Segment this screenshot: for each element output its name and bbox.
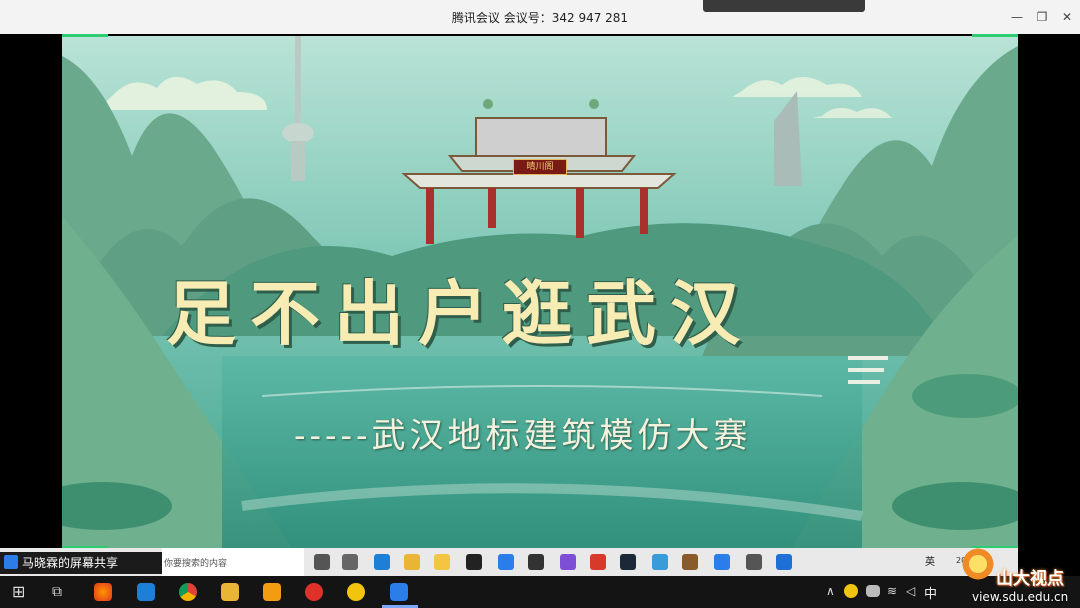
app-icon-2: [498, 554, 514, 570]
share-border-top-left: [62, 34, 108, 37]
tray-app-icon[interactable]: [844, 584, 858, 598]
windows-taskbar: ⊞ ⧉ ∧ ≋ ◁: [0, 576, 1080, 608]
watermark-url: view.sdu.edu.cn: [972, 590, 1069, 604]
ime-indicator[interactable]: 中: [924, 583, 937, 602]
app-icon-1: [434, 554, 450, 570]
close-button[interactable]: ✕: [1058, 8, 1076, 26]
word-icon: [714, 554, 730, 570]
folder-icon: [404, 554, 420, 570]
notification-popup: [703, 0, 865, 12]
cortana-icon: [314, 554, 330, 570]
firefox-icon[interactable]: [94, 583, 112, 601]
edge-icon: [374, 554, 390, 570]
gate-sign: 晴川阁: [513, 159, 567, 175]
title-bar: 腾讯会议 会议号：342 947 281 — ❐ ✕: [0, 0, 1080, 34]
netease-music-icon[interactable]: [305, 583, 323, 601]
sun-logo-icon: [960, 546, 996, 582]
app-icon-3: [528, 554, 544, 570]
minimize-button[interactable]: —: [1008, 8, 1026, 26]
app-icon-4: [560, 554, 576, 570]
task-view-icon[interactable]: ⧉: [52, 583, 62, 601]
settings-icon: [746, 554, 762, 570]
windows-start-icon[interactable]: ⊞: [12, 583, 25, 601]
file-explorer-icon[interactable]: [221, 583, 239, 601]
share-border-top-right: [972, 34, 1018, 37]
watermark: 山大视点 view.sdu.edu.cn: [958, 544, 1080, 606]
tencent-meeting-icon: [776, 554, 792, 570]
edge-icon[interactable]: [137, 583, 155, 601]
store-icon: [466, 554, 482, 570]
slide-main-title: 足不出户逛武汉: [166, 272, 754, 355]
watermark-name: 山大视点: [996, 569, 1064, 589]
slide-subtitle: -----武汉地标建筑模仿大赛: [294, 416, 752, 456]
volume-icon[interactable]: ◁: [906, 582, 915, 600]
meeting-window: 腾讯会议 会议号：342 947 281 — ❐ ✕ 晴川阁 足不出户逛武汉 -…: [0, 0, 1080, 608]
steam-icon: [620, 554, 636, 570]
app-icon-5: [652, 554, 668, 570]
window-title: 腾讯会议 会议号：342 947 281: [451, 11, 629, 25]
restore-button[interactable]: ❐: [1033, 8, 1051, 26]
task-view-icon: [342, 554, 358, 570]
acrobat-icon: [590, 554, 606, 570]
shared-ime-indicator: 英: [925, 557, 935, 568]
app-icon-6: [682, 554, 698, 570]
shared-search-box: 你要搜索的内容: [162, 548, 304, 576]
wifi-icon[interactable]: ≋: [887, 582, 897, 600]
user-icon: [4, 555, 18, 569]
shared-screen: 晴川阁 足不出户逛武汉 -----武汉地标建筑模仿大赛: [62, 36, 1018, 548]
show-hidden-icons-button[interactable]: ∧: [826, 582, 835, 600]
app-icon-7[interactable]: [263, 583, 281, 601]
battery-icon[interactable]: [866, 585, 880, 597]
screen-share-label: 马晓霖的屏幕共享: [0, 552, 162, 574]
chrome-icon[interactable]: [179, 583, 197, 601]
tencent-meeting-icon[interactable]: [390, 583, 408, 601]
app-icon-8[interactable]: [347, 583, 365, 601]
